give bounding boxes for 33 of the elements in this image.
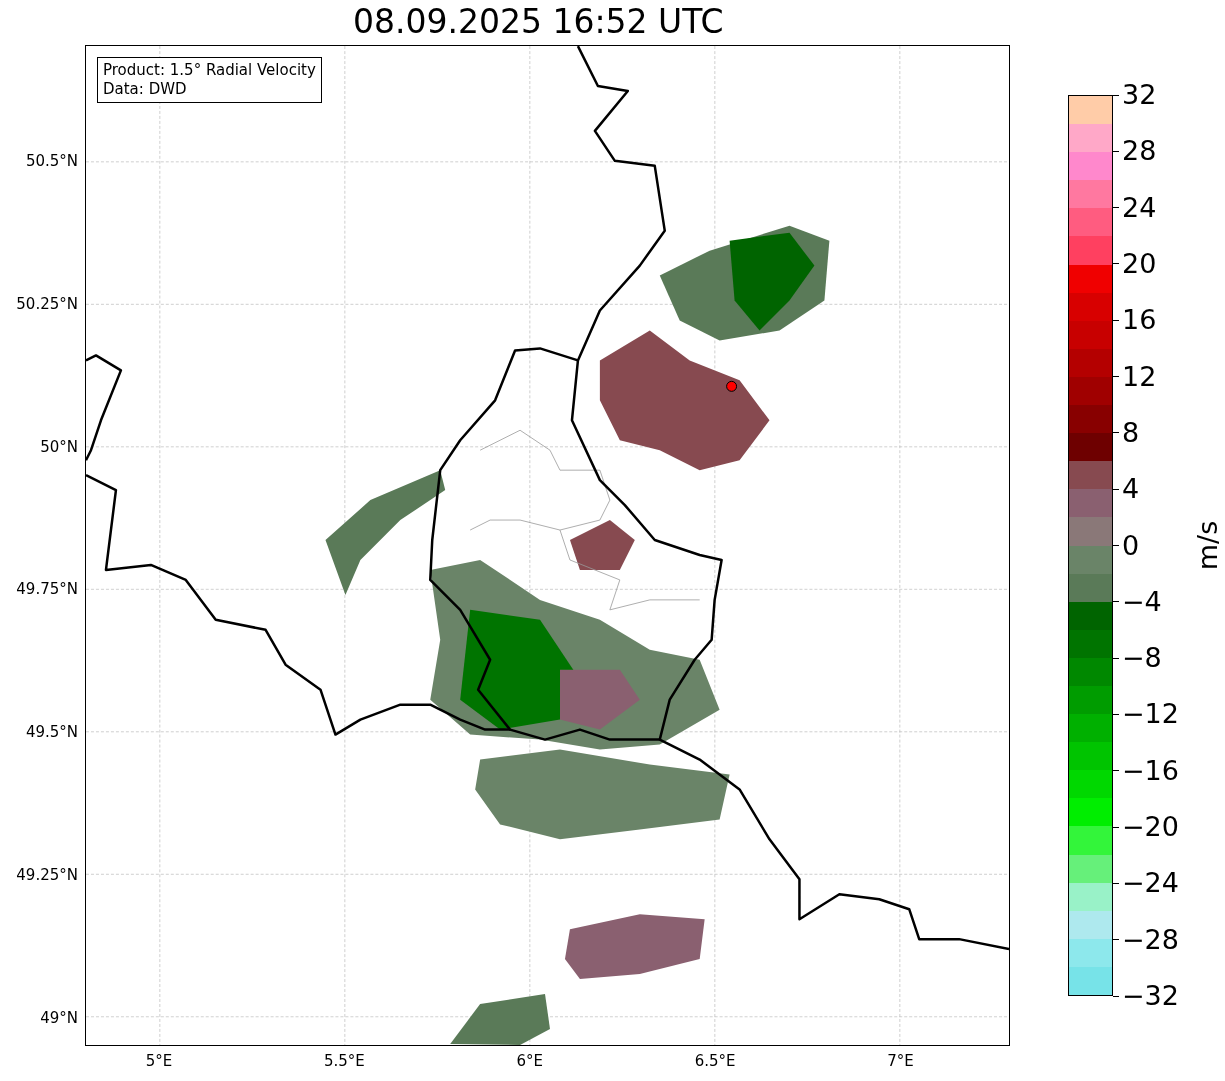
axis-tick-label: 5°E [144,1052,174,1070]
axis-tick-label: 50°N [40,437,78,456]
colorbar-tick-label: −16 [1122,753,1179,788]
colorbar-tick-label: −12 [1122,697,1179,732]
colorbar-tick-label: −8 [1122,641,1162,676]
colorbar-tick-label: 24 [1122,190,1157,225]
axis-tick-label: 50.25°N [16,294,78,313]
axis-tick-label: 49°N [40,1008,78,1027]
axis-tick-label: 49.25°N [16,866,78,884]
colorbar-tick-label: 32 [1122,78,1157,112]
colorbar-tick-label: 4 [1122,472,1140,507]
colorbar-tick-label: 12 [1122,359,1157,394]
axis-tick-label: 6.5°E [693,1052,737,1070]
colorbar-tick-label: −24 [1122,866,1179,901]
colorbar-tick-label: −20 [1122,810,1179,845]
colorbar-tick-label: 0 [1122,528,1140,563]
colorbar-tick-label: −32 [1122,979,1179,1013]
colorbar-tick-label: 16 [1122,303,1157,338]
info-text: Product: 1.5° Radial Velocity [103,61,316,80]
colorbar-tick-label: −28 [1122,922,1179,957]
axis-tick-label: 50.5°N [25,152,78,170]
colorbar-tick-label: 28 [1122,134,1157,169]
colorbar-tick-label: 8 [1122,415,1140,450]
info-text: Data: DWD [103,80,188,99]
axis-tick-label: 5.5°E [322,1052,366,1070]
colorbar-tick-label: −4 [1122,584,1162,619]
axis-tick-label: 7°E [886,1052,915,1070]
colorbar-tick-label: 20 [1122,246,1157,281]
chart-title: 08.09.2025 16:52 UTC [353,2,724,43]
axis-tick-label: 49.75°N [16,580,78,599]
colorbar-label: m/s [1192,520,1224,571]
axis-tick-label: 6°E [515,1052,545,1070]
axis-tick-label: 49.5°N [25,723,78,742]
